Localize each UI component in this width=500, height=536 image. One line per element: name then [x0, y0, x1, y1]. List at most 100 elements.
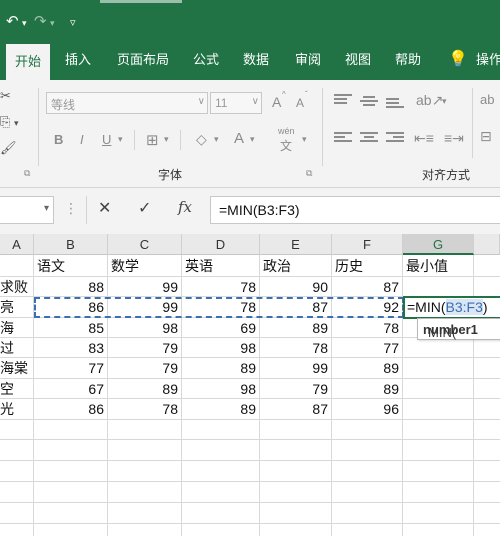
- cell-d2[interactable]: 英语: [182, 256, 260, 276]
- tab-tell-me[interactable]: 操作: [476, 40, 500, 80]
- column-header-c[interactable]: C: [108, 234, 182, 255]
- cell-d3[interactable]: 78: [182, 277, 260, 297]
- column-header-d[interactable]: D: [182, 234, 260, 255]
- tab-page-layout[interactable]: 页面布局: [108, 40, 178, 80]
- cell-c9[interactable]: 78: [108, 399, 182, 419]
- cell-d6[interactable]: 98: [182, 338, 260, 358]
- column-header-e[interactable]: E: [260, 234, 332, 255]
- shrink-font-button[interactable]: A: [296, 96, 304, 110]
- borders-icon[interactable]: ⊞: [146, 131, 159, 149]
- cell-f6[interactable]: 77: [332, 338, 403, 358]
- cell-e7[interactable]: 99: [260, 358, 332, 378]
- cell-e9[interactable]: 87: [260, 399, 332, 419]
- cell-b3[interactable]: 88: [34, 277, 108, 297]
- merge-center-icon[interactable]: ⊟: [480, 128, 492, 145]
- undo-dropdown-icon[interactable]: ▾: [22, 18, 27, 29]
- italic-button[interactable]: I: [80, 132, 84, 147]
- bold-button[interactable]: B: [54, 132, 63, 147]
- chevron-down-icon[interactable]: ∨: [252, 96, 259, 107]
- clipboard-launcher-icon[interactable]: ⧉: [24, 168, 30, 179]
- cell-d9[interactable]: 89: [182, 399, 260, 419]
- column-header-a[interactable]: A: [0, 234, 34, 255]
- cell-f9[interactable]: 96: [332, 399, 403, 419]
- redo-dropdown-icon[interactable]: ▾: [50, 18, 55, 29]
- underline-dropdown-icon[interactable]: ▾: [118, 134, 123, 145]
- cell-a9[interactable]: 光: [0, 399, 34, 419]
- cell-d5[interactable]: 69: [182, 318, 260, 338]
- insert-function-button[interactable]: fx: [178, 198, 192, 216]
- tab-view[interactable]: 视图: [338, 40, 378, 80]
- font-color-dropdown-icon[interactable]: ▾: [250, 134, 255, 145]
- cell-b6[interactable]: 83: [34, 338, 108, 358]
- orientation-dropdown-icon[interactable]: ▾: [442, 96, 447, 107]
- cell-b8[interactable]: 67: [34, 379, 108, 399]
- increase-indent-icon[interactable]: ≡⇥: [444, 130, 464, 147]
- cell-e2[interactable]: 政治: [260, 256, 332, 276]
- chevron-down-icon[interactable]: ∨: [198, 96, 205, 107]
- decrease-indent-icon[interactable]: ⇤≡: [414, 130, 434, 147]
- cell-c3[interactable]: 99: [108, 277, 182, 297]
- tab-insert[interactable]: 插入: [58, 40, 98, 80]
- name-box[interactable]: ▾: [0, 196, 54, 224]
- undo-icon[interactable]: ↶: [6, 12, 19, 30]
- orientation-icon[interactable]: ab↗: [416, 92, 443, 109]
- tab-review[interactable]: 审阅: [288, 40, 328, 80]
- copy-icon[interactable]: ⎘: [0, 114, 10, 130]
- formula-input[interactable]: =MIN(B3:F3): [210, 196, 500, 224]
- column-header-f[interactable]: F: [332, 234, 403, 255]
- grow-font-button[interactable]: A: [272, 94, 281, 110]
- tab-help[interactable]: 帮助: [388, 40, 428, 80]
- cell-c5[interactable]: 98: [108, 318, 182, 338]
- wrap-text-icon[interactable]: ab: [480, 92, 494, 107]
- font-size-combo[interactable]: 11 ∨: [210, 92, 262, 114]
- copy-dropdown-icon[interactable]: ▾: [14, 118, 19, 129]
- cell-b9[interactable]: 86: [34, 399, 108, 419]
- check-icon[interactable]: ✓: [138, 198, 151, 218]
- close-icon[interactable]: ✕: [98, 198, 111, 218]
- tab-data[interactable]: 数据: [236, 40, 276, 80]
- align-middle-icon[interactable]: [360, 96, 378, 108]
- format-painter-icon[interactable]: 🖌: [0, 140, 17, 156]
- cell-b2[interactable]: 语文: [34, 256, 108, 276]
- customize-quick-access-icon[interactable]: ▿: [70, 16, 76, 29]
- cell-d8[interactable]: 98: [182, 379, 260, 399]
- cell-f3[interactable]: 87: [332, 277, 403, 297]
- column-header-h[interactable]: [474, 234, 500, 255]
- cell-c6[interactable]: 79: [108, 338, 182, 358]
- phonetic-dropdown-icon[interactable]: ▾: [302, 134, 307, 145]
- phonetic-button[interactable]: wén: [278, 126, 295, 136]
- column-header-b[interactable]: B: [34, 234, 108, 255]
- cell-b7[interactable]: 77: [34, 358, 108, 378]
- cell-f2[interactable]: 历史: [332, 256, 403, 276]
- cell-e5[interactable]: 89: [260, 318, 332, 338]
- fill-color-dropdown-icon[interactable]: ▾: [214, 134, 219, 145]
- cell-a5[interactable]: 海: [0, 318, 34, 338]
- cell-e6[interactable]: 78: [260, 338, 332, 358]
- align-top-icon[interactable]: [334, 94, 352, 106]
- cell-a4[interactable]: 亮: [0, 297, 34, 317]
- borders-dropdown-icon[interactable]: ▾: [164, 134, 169, 145]
- cell-f7[interactable]: 89: [332, 358, 403, 378]
- cell-e3[interactable]: 90: [260, 277, 332, 297]
- cell-e8[interactable]: 79: [260, 379, 332, 399]
- cell-f8[interactable]: 89: [332, 379, 403, 399]
- underline-button[interactable]: U: [102, 132, 111, 147]
- cell-c7[interactable]: 79: [108, 358, 182, 378]
- cell-a7[interactable]: 海棠: [0, 358, 34, 378]
- align-center-icon[interactable]: [360, 132, 378, 144]
- tab-home[interactable]: 开始: [6, 44, 50, 80]
- chevron-down-icon[interactable]: ▾: [44, 203, 49, 214]
- cell-c8[interactable]: 89: [108, 379, 182, 399]
- cell-a8[interactable]: 空: [0, 379, 34, 399]
- font-color-button[interactable]: A: [234, 130, 244, 147]
- cell-a6[interactable]: 过: [0, 338, 34, 358]
- align-left-icon[interactable]: [334, 132, 352, 144]
- font-name-combo[interactable]: 等线 ∨: [46, 92, 208, 114]
- cell-b5[interactable]: 85: [34, 318, 108, 338]
- cell-g2[interactable]: 最小值: [403, 256, 474, 276]
- font-launcher-icon[interactable]: ⧉: [306, 168, 312, 179]
- cell-a3[interactable]: 求败: [0, 277, 34, 297]
- cut-icon[interactable]: ✂: [0, 88, 11, 104]
- worksheet-grid[interactable]: A B C D E F G 语文 数学 英语 政治 历史 最小值 求败 88 9…: [0, 234, 500, 536]
- drag-handle-icon[interactable]: ⋮: [64, 200, 78, 217]
